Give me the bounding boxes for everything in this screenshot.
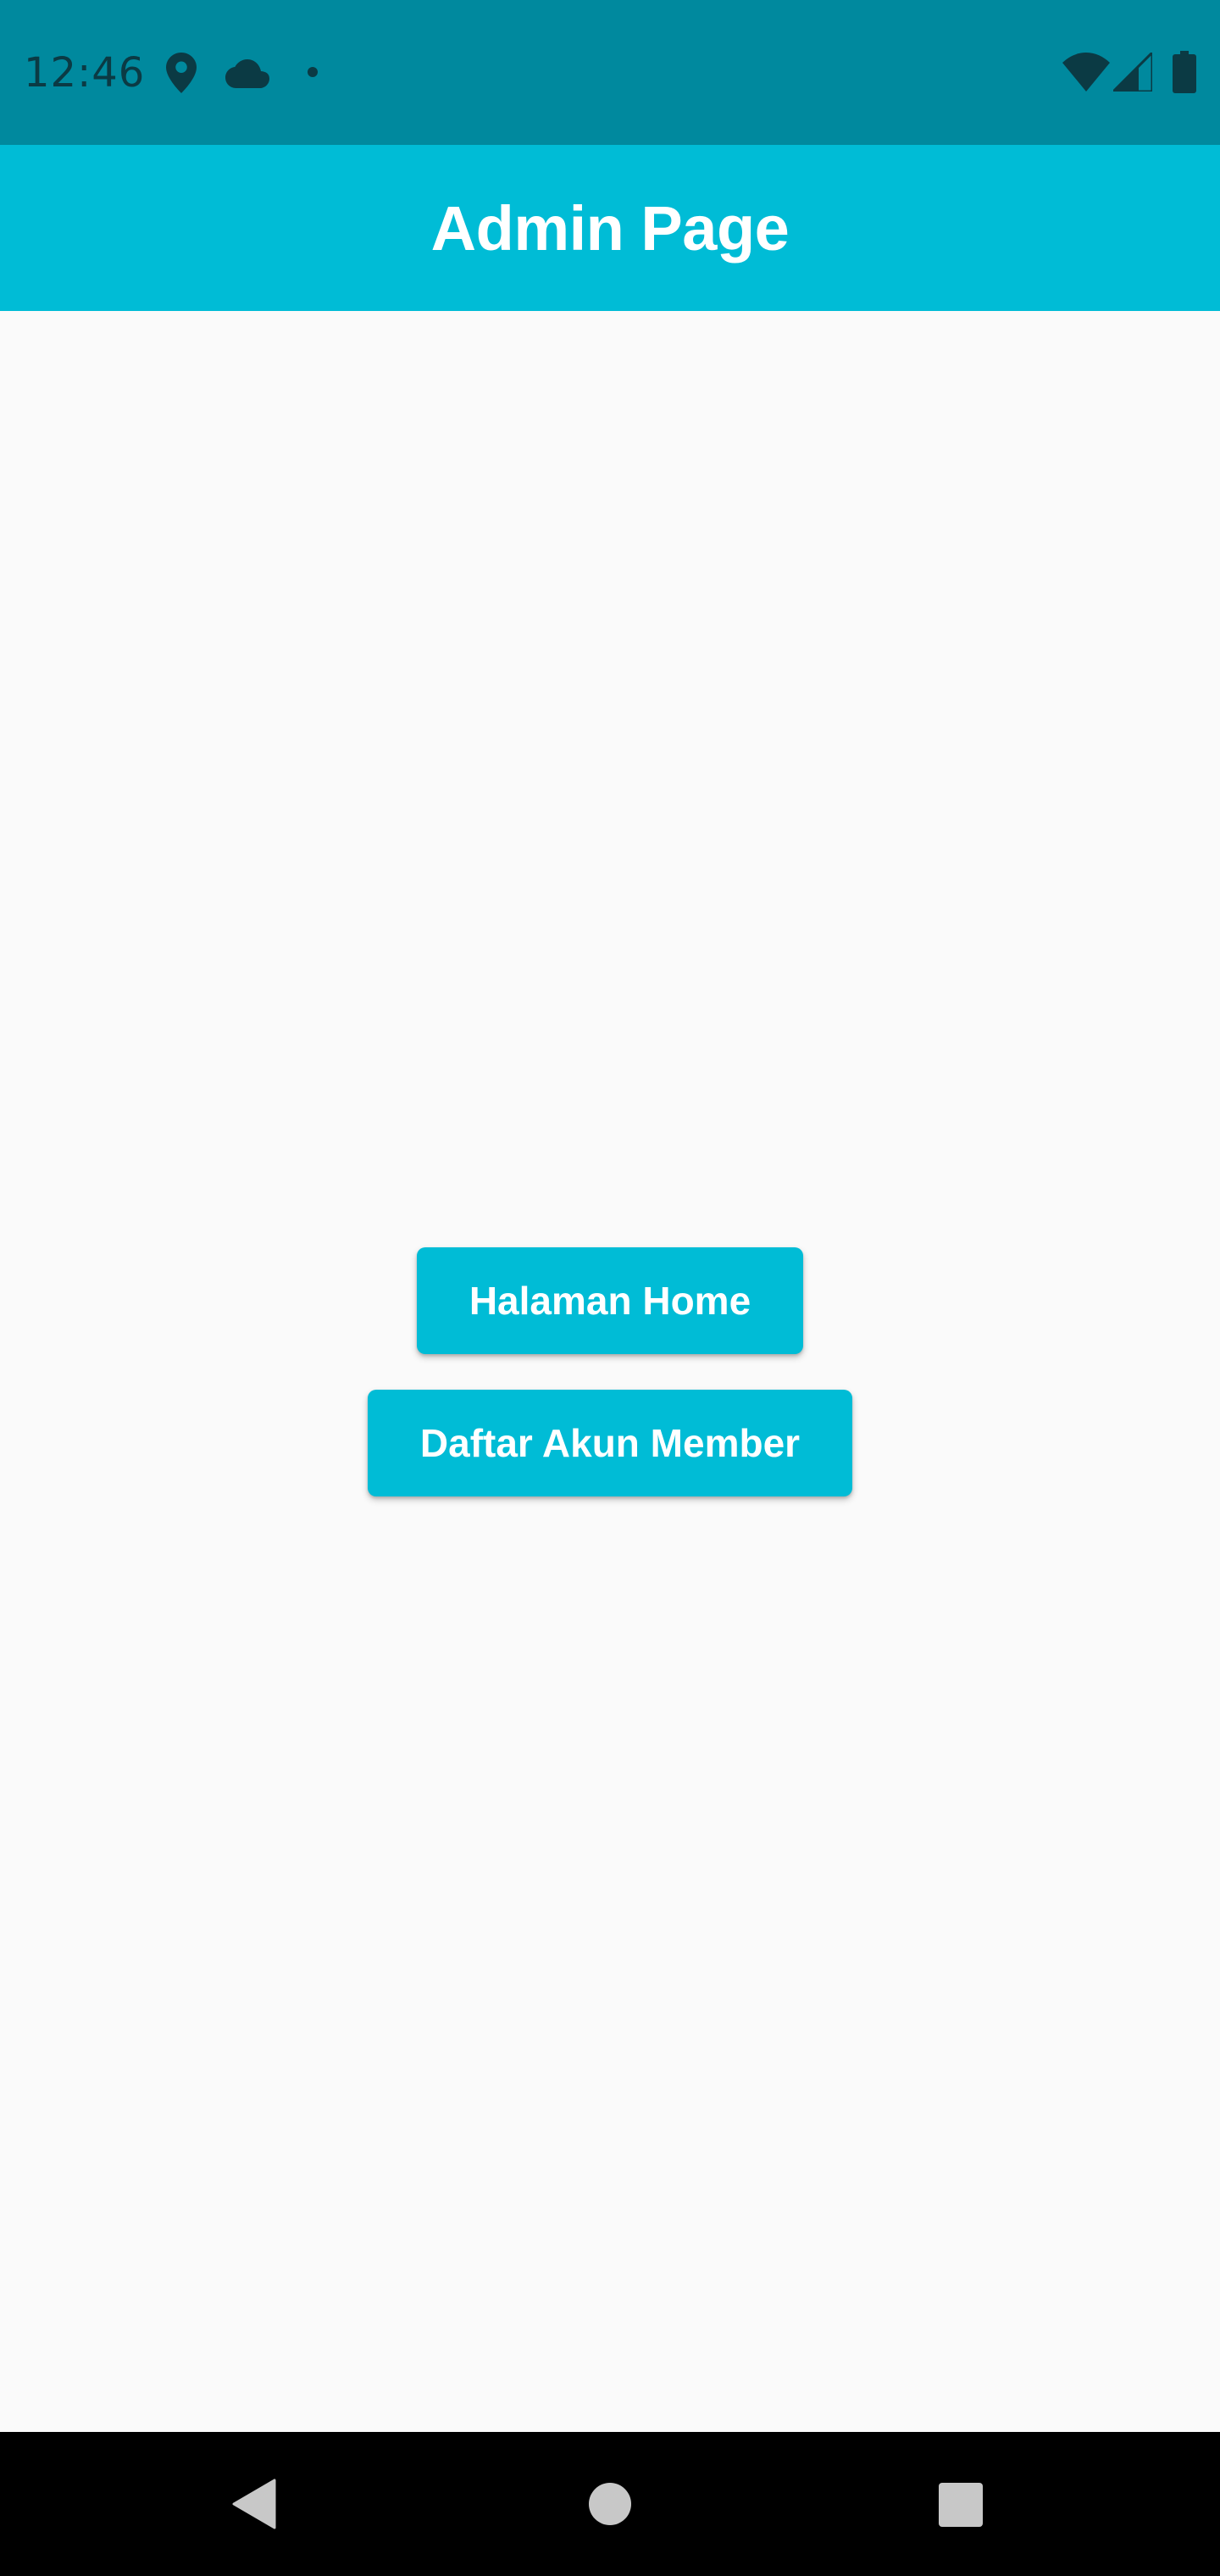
back-icon[interactable] (232, 2479, 276, 2529)
battery-icon (1173, 51, 1196, 93)
halaman-home-button-label: Halaman Home (469, 1279, 751, 1323)
screen: 12:46 Admin Page Halaman Home Daftar Aku… (0, 0, 1220, 2576)
status-bar: 12:46 (0, 0, 1220, 145)
daftar-akun-member-button-label: Daftar Akun Member (419, 1421, 801, 1465)
status-time: 12:46 (24, 49, 146, 97)
recents-icon[interactable] (939, 2483, 983, 2527)
page-title: Admin Page (430, 192, 790, 264)
daftar-akun-member-button[interactable]: Daftar Akun Member (368, 1390, 852, 1496)
cloud-icon (225, 59, 269, 88)
home-icon[interactable] (588, 2482, 632, 2526)
notification-dot-icon (307, 66, 319, 78)
halaman-home-button[interactable]: Halaman Home (417, 1247, 803, 1354)
location-pin-icon (166, 53, 197, 93)
wifi-icon (1062, 53, 1110, 92)
cell-signal-icon (1113, 53, 1152, 92)
app-bar: Admin Page (0, 145, 1220, 311)
